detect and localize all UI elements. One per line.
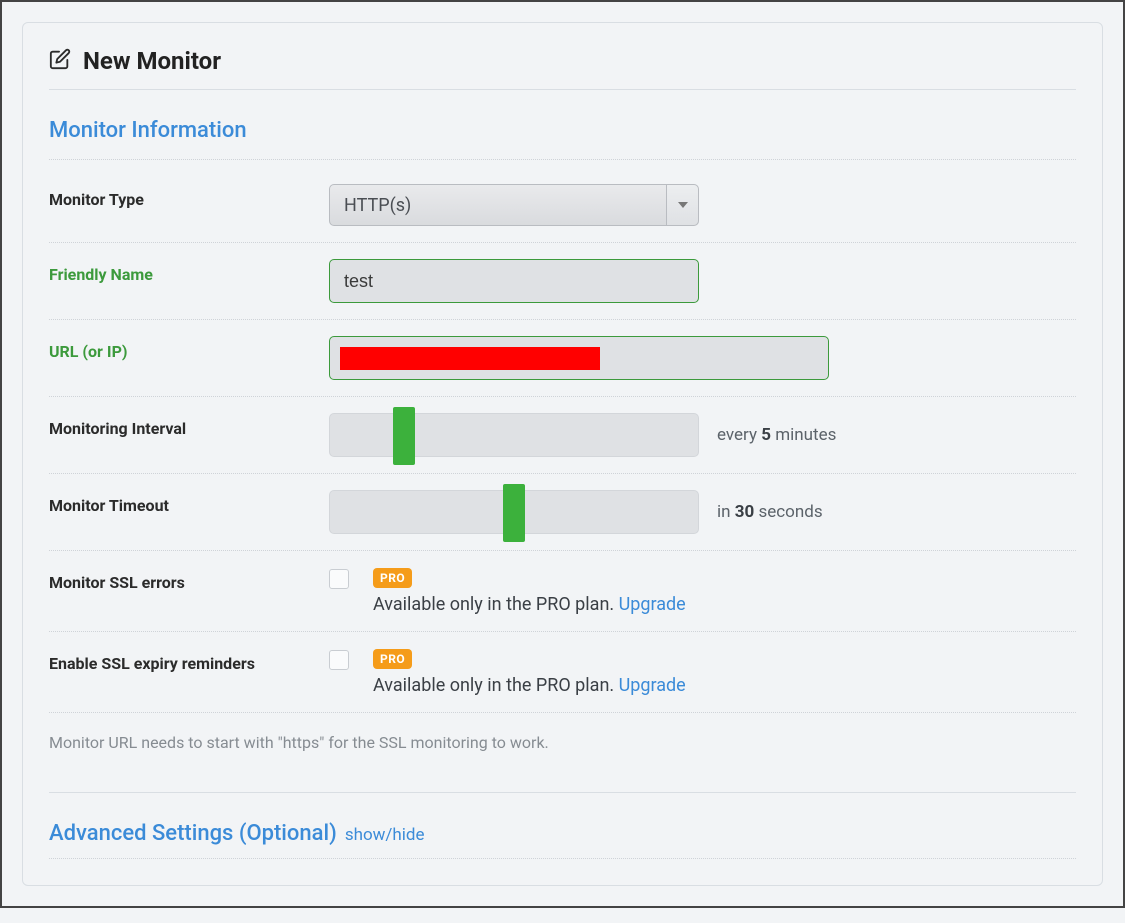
label-ssl-expiry: Enable SSL expiry reminders <box>49 648 319 673</box>
edit-icon <box>49 48 71 74</box>
upgrade-link[interactable]: Upgrade <box>619 675 686 696</box>
friendly-name-input[interactable] <box>329 259 699 303</box>
row-ssl-expiry: Enable SSL expiry reminders PRO Availabl… <box>49 632 1076 713</box>
ssl-hint: Monitor URL needs to start with "https" … <box>49 713 1076 793</box>
label-ssl-errors: Monitor SSL errors <box>49 567 319 592</box>
label-friendly-name: Friendly Name <box>49 259 319 284</box>
interval-slider[interactable] <box>329 413 699 457</box>
ssl-expiry-checkbox[interactable] <box>329 650 349 670</box>
pro-badge: PRO <box>373 568 412 588</box>
chevron-down-icon <box>666 185 698 225</box>
ssl-expiry-note: Available only in the PRO plan. Upgrade <box>373 675 1076 696</box>
page-title: New Monitor <box>83 47 221 75</box>
ssl-errors-checkbox[interactable] <box>329 569 349 589</box>
section-advanced-settings: Advanced Settings (Optional) show/hide <box>49 793 1076 859</box>
timeout-slider[interactable] <box>329 490 699 534</box>
timeout-caption: in 30 seconds <box>717 502 823 522</box>
interval-slider-handle[interactable] <box>393 407 415 465</box>
advanced-settings-title: Advanced Settings (Optional) <box>49 821 337 846</box>
label-url: URL (or IP) <box>49 336 319 361</box>
label-monitor-type: Monitor Type <box>49 184 319 209</box>
row-friendly-name: Friendly Name <box>49 243 1076 320</box>
label-monitor-timeout: Monitor Timeout <box>49 490 319 515</box>
new-monitor-card: New Monitor Monitor Information Monitor … <box>22 22 1103 886</box>
timeout-slider-handle[interactable] <box>503 484 525 542</box>
row-monitor-type: Monitor Type HTTP(s) <box>49 168 1076 243</box>
row-ssl-errors: Monitor SSL errors PRO Available only in… <box>49 551 1076 632</box>
label-monitoring-interval: Monitoring Interval <box>49 413 319 438</box>
monitor-type-select[interactable]: HTTP(s) <box>329 184 699 226</box>
url-input[interactable] <box>329 336 829 380</box>
row-url: URL (or IP) <box>49 320 1076 397</box>
interval-caption: every 5 minutes <box>717 425 836 445</box>
advanced-toggle-link[interactable]: show/hide <box>345 825 425 845</box>
row-monitoring-interval: Monitoring Interval every 5 minutes <box>49 397 1076 474</box>
card-header: New Monitor <box>49 35 1076 90</box>
section-monitor-information: Monitor Information <box>49 118 1076 160</box>
monitor-type-value: HTTP(s) <box>344 195 411 216</box>
pro-badge: PRO <box>373 649 412 669</box>
ssl-errors-note: Available only in the PRO plan. Upgrade <box>373 594 1076 615</box>
url-value-redacted <box>340 347 600 370</box>
row-monitor-timeout: Monitor Timeout in 30 seconds <box>49 474 1076 551</box>
upgrade-link[interactable]: Upgrade <box>619 594 686 615</box>
